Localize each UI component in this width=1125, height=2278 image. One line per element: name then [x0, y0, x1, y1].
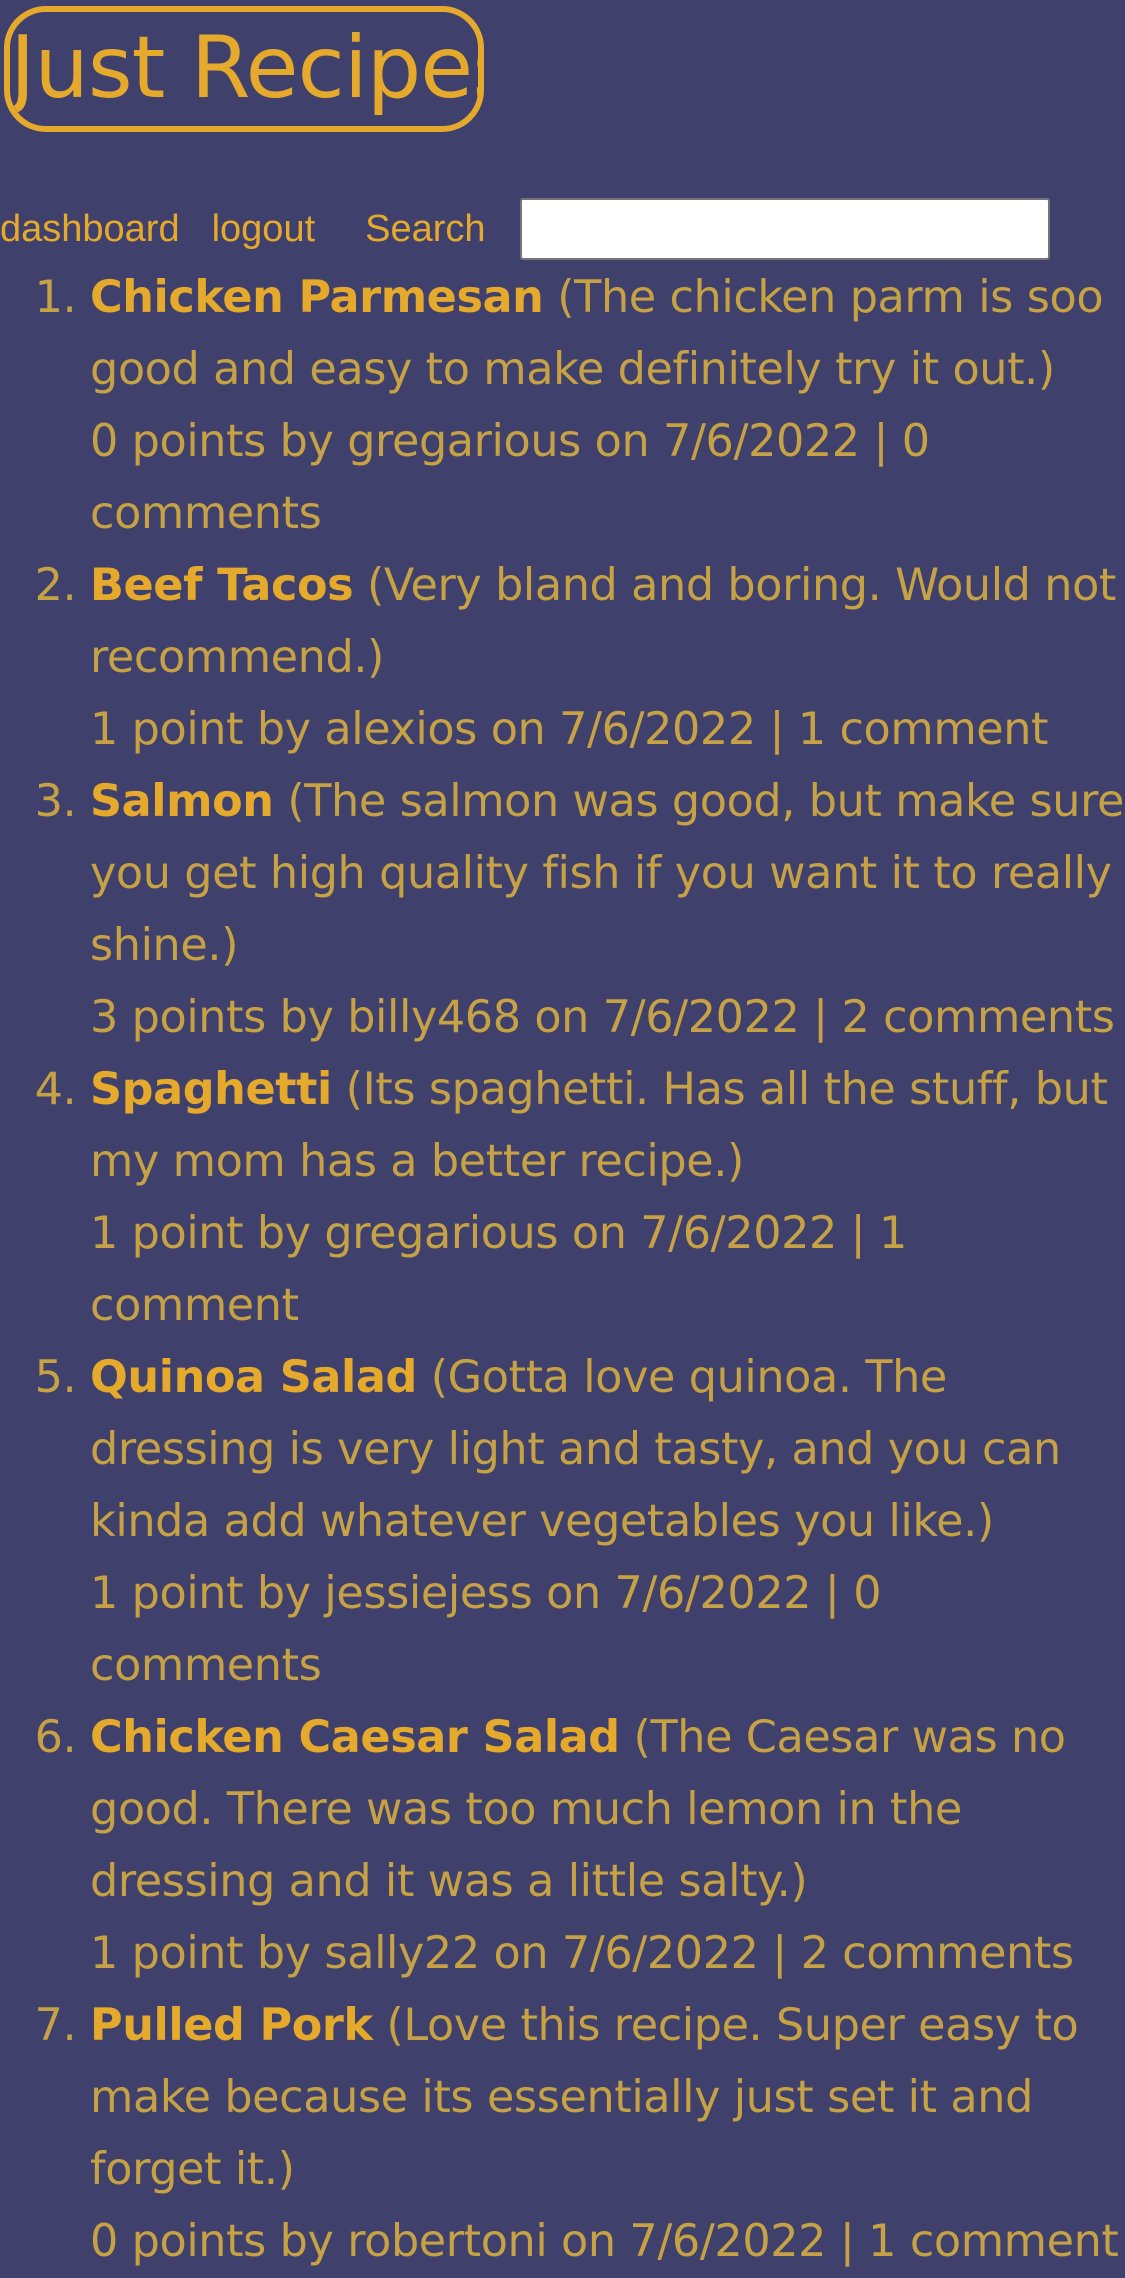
recipe-meta: 3 points by billy468 on 7/6/2022 | 2 com… — [90, 992, 1115, 1043]
recipe-title-link[interactable]: Quinoa Salad — [90, 1352, 417, 1403]
recipe-item: Quinoa Salad (Gotta love quinoa. The dre… — [90, 1342, 1125, 1702]
recipe-meta: 1 point by alexios on 7/6/2022 | 1 comme… — [90, 704, 1049, 755]
recipe-title-link[interactable]: Chicken Parmesan — [90, 272, 544, 323]
recipe-list: Chicken Parmesan (The chicken parm is so… — [90, 262, 1125, 2278]
recipe-title-link[interactable]: Beef Tacos — [90, 560, 354, 611]
recipe-item: Beef Tacos (Very bland and boring. Would… — [90, 550, 1125, 766]
search-label: Search — [365, 207, 486, 250]
logout-link[interactable]: logout — [212, 208, 316, 251]
recipe-item: Pulled Pork (Love this recipe. Super eas… — [90, 1990, 1125, 2278]
recipe-meta: 1 point by sally22 on 7/6/2022 | 2 comme… — [90, 1928, 1074, 1979]
recipe-meta: 0 points by gregarious on 7/6/2022 | 0 c… — [90, 416, 930, 539]
recipe-title-link[interactable]: Spaghetti — [90, 1064, 332, 1115]
recipe-item: Chicken Parmesan (The chicken parm is so… — [90, 262, 1125, 550]
recipe-meta: 1 point by gregarious on 7/6/2022 | 1 co… — [90, 1208, 907, 1331]
recipe-meta: 0 points by robertoni on 7/6/2022 | 1 co… — [90, 2216, 1119, 2267]
dashboard-link[interactable]: dashboard — [0, 208, 180, 251]
recipe-item: Salmon (The salmon was good, but make su… — [90, 766, 1125, 1054]
site-logo[interactable]: Just Recipes — [4, 6, 484, 132]
recipe-item: Spaghetti (Its spaghetti. Has all the st… — [90, 1054, 1125, 1342]
search-input[interactable] — [519, 198, 1050, 260]
top-nav: dashboard logout Search — [0, 196, 1050, 262]
recipe-title-link[interactable]: Chicken Caesar Salad — [90, 1712, 620, 1763]
recipe-title-link[interactable]: Pulled Pork — [90, 2000, 373, 2051]
recipe-meta: 1 point by jessiejess on 7/6/2022 | 0 co… — [90, 1568, 882, 1691]
recipe-title-link[interactable]: Salmon — [90, 776, 274, 827]
recipe-item: Chicken Caesar Salad (The Caesar was no … — [90, 1702, 1125, 1990]
